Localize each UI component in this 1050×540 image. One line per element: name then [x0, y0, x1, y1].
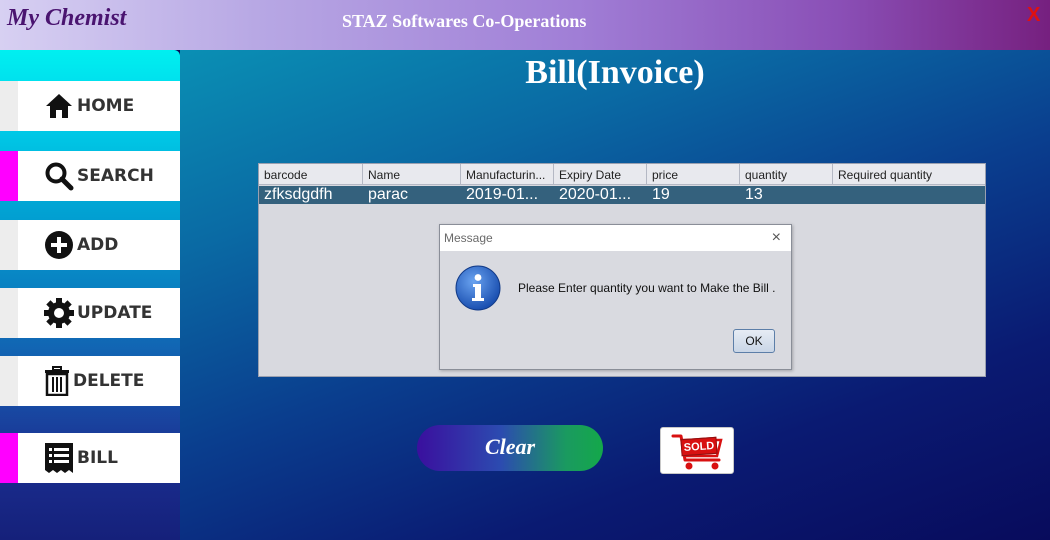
sidebar-item-home[interactable]: HOME	[0, 81, 180, 131]
trash-icon	[44, 366, 70, 396]
sidebar-item-add[interactable]: ADD	[0, 220, 180, 270]
sidebar-item-update[interactable]: UPDATE	[0, 288, 180, 338]
column-header-barcode[interactable]: barcode	[259, 164, 363, 185]
sidebar-tab	[0, 81, 18, 131]
column-header-expiry[interactable]: Expiry Date	[554, 164, 647, 185]
sidebar-item-label: ADD	[77, 235, 119, 255]
sidebar-item-search[interactable]: SEARCH	[0, 151, 180, 201]
cell-expiry[interactable]: 2020-01...	[554, 186, 647, 204]
ok-button[interactable]: OK	[733, 329, 775, 353]
sidebar-item-label: BILL	[77, 448, 118, 468]
column-header-required-quantity[interactable]: Required quantity	[833, 164, 985, 185]
page-title: Bill(Invoice)	[525, 54, 705, 91]
sold-cart-button[interactable]: SOLD	[660, 427, 734, 474]
cell-name[interactable]: parac	[363, 186, 461, 204]
title-bar: My Chemist STAZ Softwares Co-Operations …	[0, 0, 1050, 50]
sidebar-tab	[0, 433, 18, 483]
message-dialog: Message × Please Enter quantity you want…	[439, 224, 792, 370]
sidebar-tab	[0, 220, 18, 270]
sidebar-item-label: HOME	[77, 96, 135, 116]
column-header-price[interactable]: price	[647, 164, 740, 185]
column-header-manufacturing[interactable]: Manufacturin...	[461, 164, 554, 185]
table-row[interactable]: zfksdgdfh parac 2019-01... 2020-01... 19…	[259, 186, 985, 204]
app-title: My Chemist	[7, 5, 127, 31]
clear-button[interactable]: Clear	[417, 425, 603, 471]
sidebar-item-bill[interactable]: BILL	[0, 433, 180, 483]
dialog-title: Message	[444, 231, 493, 245]
home-icon	[44, 91, 74, 121]
sold-badge: SOLD	[680, 436, 718, 457]
sidebar-tab	[0, 356, 18, 406]
cell-required-quantity[interactable]	[833, 186, 985, 204]
dialog-close-icon[interactable]: ×	[772, 229, 781, 247]
cell-manufacturing[interactable]: 2019-01...	[461, 186, 554, 204]
search-icon	[44, 161, 74, 191]
table-header: barcode Name Manufacturin... Expiry Date…	[259, 164, 985, 185]
sidebar-item-label: DELETE	[73, 371, 145, 391]
sidebar-item-label: UPDATE	[77, 303, 153, 323]
cell-barcode[interactable]: zfksdgdfh	[259, 186, 363, 204]
column-header-name[interactable]: Name	[363, 164, 461, 185]
sidebar-item-delete[interactable]: DELETE	[0, 356, 180, 406]
cell-price[interactable]: 19	[647, 186, 740, 204]
dialog-title-bar: Message ×	[440, 225, 791, 251]
add-circle-icon	[44, 230, 74, 260]
company-name: STAZ Softwares Co-Operations	[342, 11, 587, 31]
gear-icon	[44, 298, 74, 328]
info-icon	[455, 265, 501, 311]
sidebar-tab	[0, 151, 18, 201]
close-button[interactable]: X	[1027, 4, 1040, 27]
sidebar-item-label: SEARCH	[77, 166, 154, 186]
column-header-quantity[interactable]: quantity	[740, 164, 833, 185]
receipt-icon	[44, 443, 74, 473]
sidebar-tab	[0, 288, 18, 338]
dialog-message: Please Enter quantity you want to Make t…	[518, 281, 776, 295]
cell-quantity[interactable]: 13	[740, 186, 833, 204]
sidebar: HOME SEARCH ADD UPDATE DELETE BILL	[0, 50, 180, 540]
